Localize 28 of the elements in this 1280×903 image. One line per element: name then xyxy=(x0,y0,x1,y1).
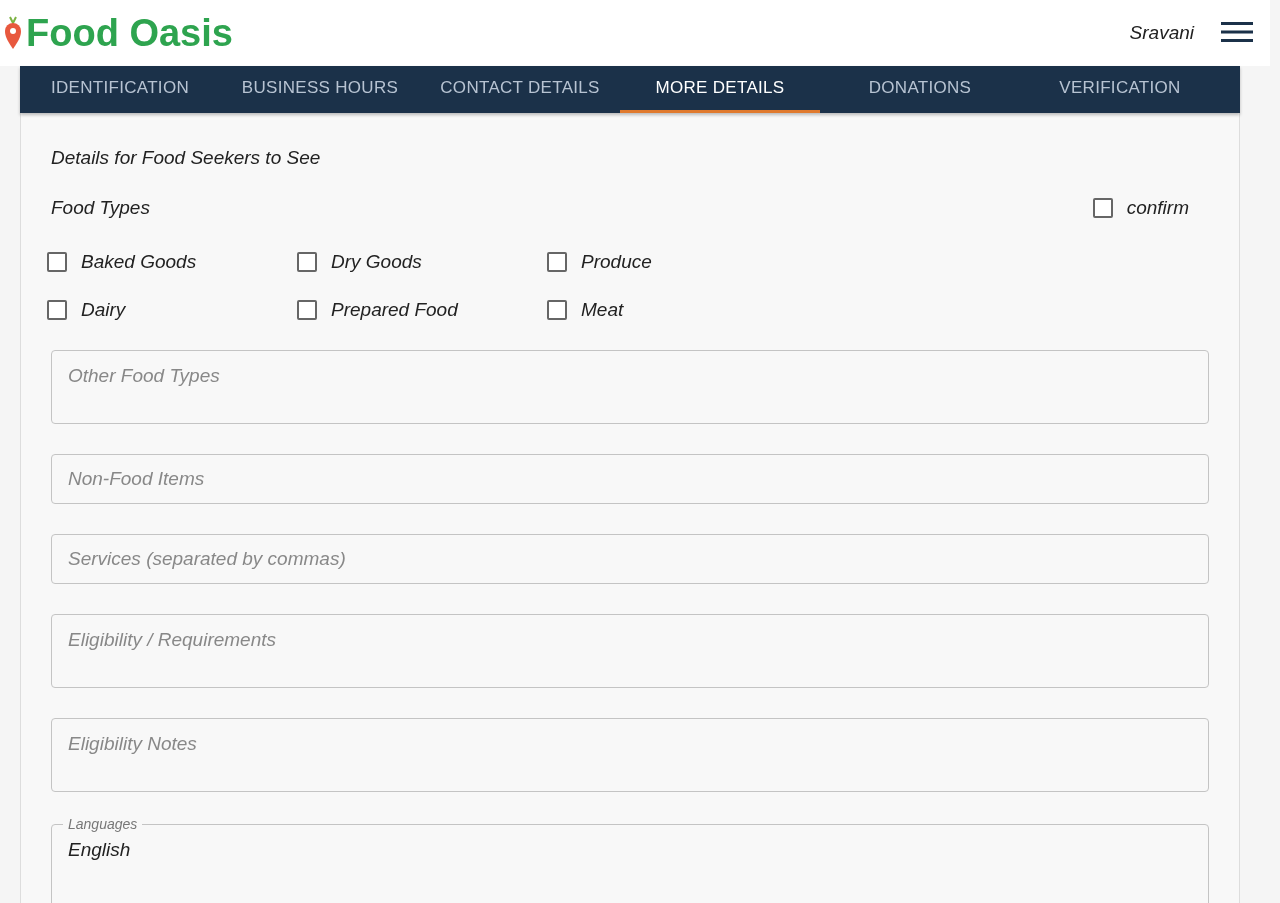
checkbox-label: Meat xyxy=(581,299,624,321)
checkbox[interactable] xyxy=(297,252,317,272)
tab[interactable]: BUSINESS HOURS xyxy=(220,66,420,113)
checkbox-label: Prepared Food xyxy=(331,299,458,321)
checkbox-label: Dry Goods xyxy=(331,251,422,273)
food-types-label: Food Types xyxy=(51,197,150,219)
section-title: Details for Food Seekers to See xyxy=(51,147,322,169)
checkbox[interactable] xyxy=(297,300,317,320)
user-name: Sravani xyxy=(1129,22,1194,44)
checkbox-label: Produce xyxy=(581,251,652,273)
checkbox[interactable] xyxy=(547,252,567,272)
checkbox[interactable] xyxy=(47,252,67,272)
text-area[interactable]: Eligibility / Requirements xyxy=(51,614,1209,688)
tab[interactable]: IDENTIFICATION xyxy=(20,66,220,113)
tab[interactable]: DONATIONS xyxy=(820,66,1020,113)
checkbox-label: Dairy xyxy=(81,299,126,321)
field-label: Languages xyxy=(63,816,143,832)
checkbox-label: Baked Goods xyxy=(81,251,197,273)
checkbox[interactable] xyxy=(1092,198,1113,218)
checkbox-label: confirm xyxy=(1126,197,1189,219)
input-field[interactable]: Non-Food Items xyxy=(51,454,1209,504)
input-field[interactable]: Services (separated by commas) xyxy=(51,534,1209,584)
checkbox[interactable] xyxy=(547,300,567,320)
text-area[interactable]: Eligibility Notes xyxy=(51,718,1209,792)
tab[interactable]: VERIFICATION xyxy=(1020,66,1220,113)
tab[interactable]: CONTACT DETAILS xyxy=(420,66,620,113)
checkbox[interactable] xyxy=(47,300,67,320)
text-area[interactable]: Other Food Types xyxy=(51,350,1209,424)
